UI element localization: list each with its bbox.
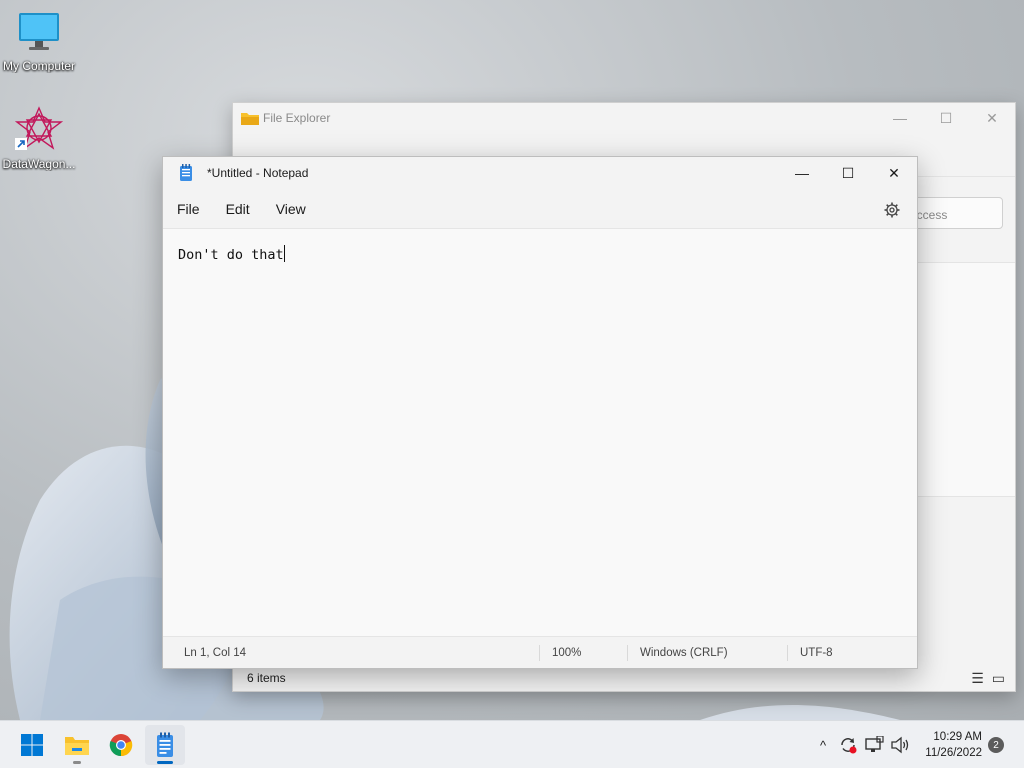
start-button[interactable] (12, 725, 52, 765)
settings-button[interactable] (881, 199, 903, 221)
notepad-maximize-button[interactable]: ☐ (825, 157, 871, 189)
gear-icon (884, 202, 900, 218)
notepad-title: *Untitled - Notepad (207, 166, 309, 180)
notepad-icon (157, 732, 173, 757)
menu-edit[interactable]: Edit (218, 195, 258, 223)
notepad-close-button[interactable]: ✕ (871, 157, 917, 189)
taskbar-notepad[interactable] (145, 725, 185, 765)
line-ending: Windows (CRLF) (640, 647, 728, 659)
chrome-icon (109, 734, 133, 757)
taskbar: ^ 10:29 AM 11/26/2022 2 (0, 720, 1024, 768)
taskbar-chrome[interactable] (101, 725, 141, 765)
explorer-item-count: 6 items (247, 671, 286, 685)
windows-start-icon (21, 734, 43, 756)
notepad-menubar: File Edit View (163, 189, 917, 229)
menu-file[interactable]: File (169, 195, 208, 223)
zoom-level: 100% (552, 647, 582, 659)
explorer-close-button[interactable]: ✕ (969, 103, 1015, 133)
show-hidden-icons-chevron-icon[interactable]: ^ (814, 738, 832, 753)
desktop-icon-label: DataWagon... (2, 157, 76, 171)
network-icon[interactable] (864, 736, 884, 754)
notepad-icon (180, 164, 192, 181)
datawagon-app-icon (14, 106, 64, 150)
notepad-statusbar: Ln 1, Col 14 100% Windows (CRLF) UTF-8 (163, 636, 917, 668)
explorer-title: File Explorer (263, 111, 331, 125)
desktop-icon-my-computer[interactable]: My Computer (0, 10, 78, 73)
cursor-position: Ln 1, Col 14 (184, 647, 247, 659)
desktop-icon-label: My Computer (2, 59, 76, 73)
large-icons-view-icon[interactable]: ▭ (992, 670, 1005, 687)
explorer-search-box[interactable]: access (903, 197, 1003, 229)
notification-badge[interactable]: 2 (988, 737, 1004, 753)
system-tray: ^ (814, 721, 910, 768)
sync-icon[interactable] (838, 735, 858, 755)
text-caret (283, 245, 285, 262)
volume-icon[interactable] (890, 736, 910, 754)
notepad-minimize-button[interactable]: — (779, 157, 825, 189)
explorer-maximize-button[interactable]: ☐ (923, 103, 969, 133)
text-editor-area[interactable]: Don't do that (163, 229, 917, 637)
monitor-icon (19, 13, 59, 50)
folder-icon (241, 113, 259, 125)
taskbar-file-explorer[interactable] (57, 725, 97, 765)
details-view-icon[interactable]: ☰ (971, 670, 984, 687)
clock-time: 10:29 AM (933, 731, 982, 743)
taskbar-clock[interactable]: 10:29 AM 11/26/2022 (925, 729, 982, 761)
file-explorer-icon (65, 737, 89, 755)
editor-text: Don't do that (178, 247, 284, 263)
explorer-minimize-button[interactable]: — (877, 103, 923, 133)
clock-date: 11/26/2022 (925, 747, 982, 759)
notepad-window[interactable]: *Untitled - Notepad — ☐ ✕ File Edit View… (162, 156, 918, 669)
notification-count: 2 (993, 739, 999, 751)
encoding: UTF-8 (800, 647, 833, 659)
menu-view[interactable]: View (268, 195, 314, 223)
desktop-icon-datawagon[interactable]: DataWagon... (0, 106, 78, 171)
